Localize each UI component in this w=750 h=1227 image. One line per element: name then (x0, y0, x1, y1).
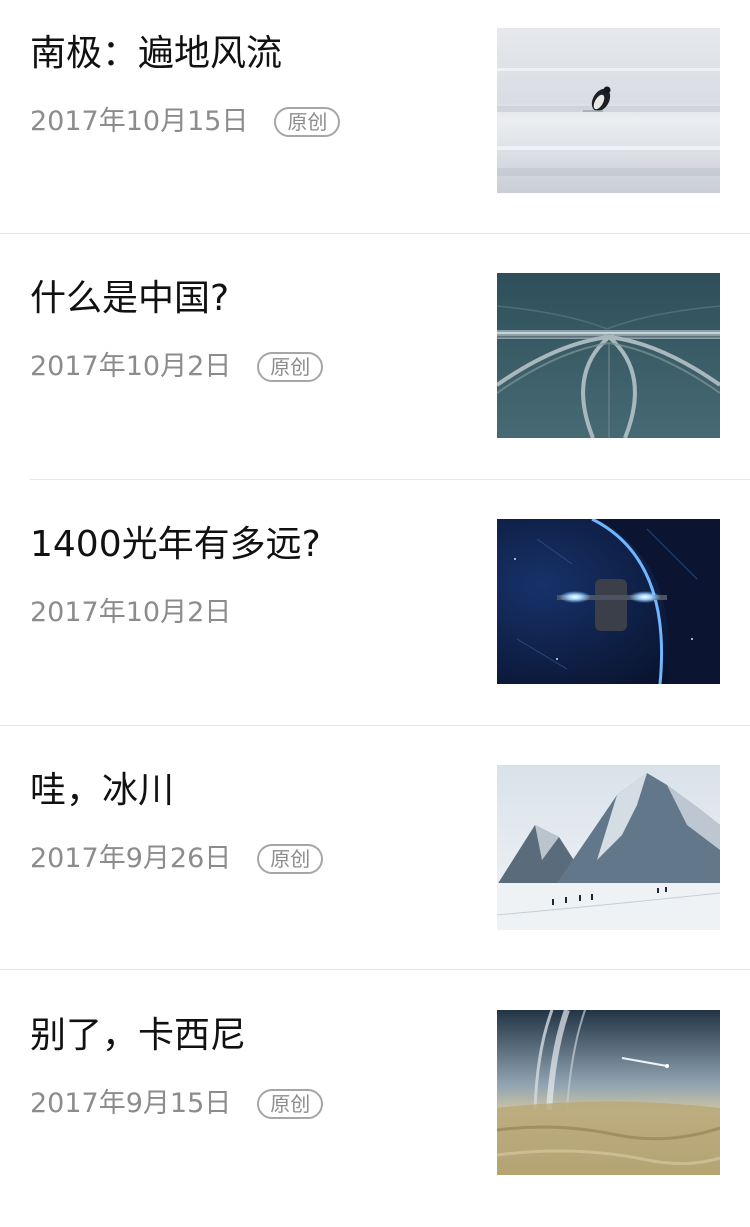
divider (0, 233, 750, 234)
article-title[interactable]: 别了，卡西尼 (30, 1015, 246, 1057)
article-meta: 2017年9月26日 原创 (30, 841, 324, 877)
original-badge: 原创 (257, 844, 324, 874)
article-meta: 2017年9月15日 原创 (30, 1086, 324, 1122)
article-meta: 2017年10月15日 原创 (30, 104, 341, 140)
article-item-china[interactable]: 什么是中国? 2017年10月2日 原创 (0, 245, 750, 490)
article-item-antarctica[interactable]: 南极：遍地风流 2017年10月15日 原创 (0, 0, 750, 245)
article-title[interactable]: 1400光年有多远? (30, 524, 321, 566)
divider (30, 479, 750, 480)
article-item-cassini[interactable]: 别了，卡西尼 2017年9月15日 原创 (0, 982, 750, 1227)
article-title[interactable]: 南极：遍地风流 (30, 33, 282, 75)
article-meta: 2017年10月2日 (30, 595, 231, 631)
spaceship-planet-image[interactable] (497, 519, 720, 684)
original-badge: 原创 (257, 352, 324, 382)
bridge-aerial-image[interactable] (497, 273, 720, 438)
article-title[interactable]: 什么是中国? (30, 278, 229, 320)
article-date: 2017年10月2日 (30, 597, 232, 628)
article-list: 南极：遍地风流 2017年10月15日 原创 什么是中国? 2017年10月2日… (0, 0, 750, 1175)
article-date: 2017年10月2日 (30, 351, 232, 382)
article-title[interactable]: 哇，冰川 (30, 770, 174, 812)
original-badge: 原创 (257, 1089, 324, 1119)
article-item-1400-light-years[interactable]: 1400光年有多远? 2017年10月2日 (0, 491, 750, 736)
article-date: 2017年9月15日 (30, 1088, 232, 1119)
divider (0, 725, 750, 726)
article-meta: 2017年10月2日 原创 (30, 349, 324, 385)
article-date: 2017年9月26日 (30, 843, 232, 874)
article-date: 2017年10月15日 (30, 106, 249, 137)
penguin-snowfield-image[interactable] (497, 28, 720, 193)
divider (0, 969, 750, 970)
saturn-rings-image[interactable] (497, 1010, 720, 1175)
article-item-glacier[interactable]: 哇，冰川 2017年9月26日 原创 (0, 737, 750, 982)
original-badge: 原创 (274, 107, 341, 137)
glacier-mountains-image[interactable] (497, 765, 720, 930)
